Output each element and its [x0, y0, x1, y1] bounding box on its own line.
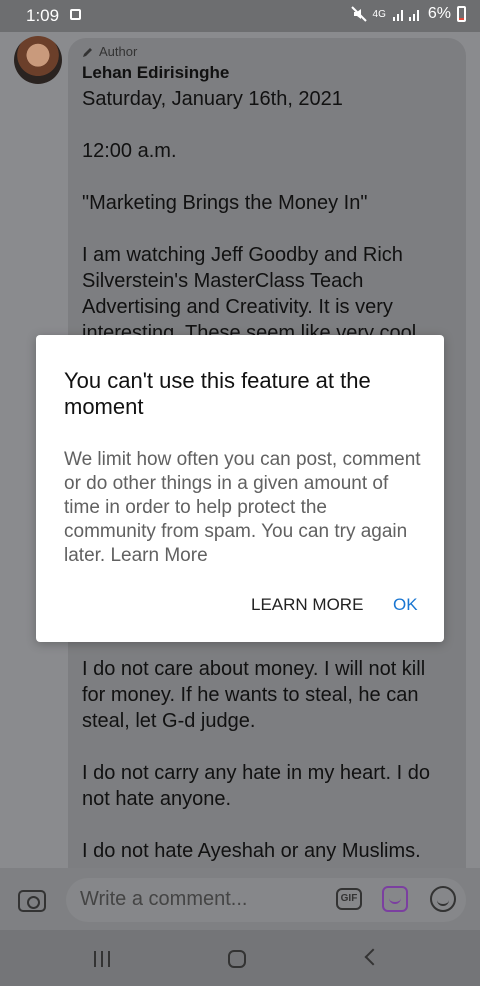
mute-icon — [350, 6, 367, 22]
back-icon[interactable] — [364, 948, 382, 966]
rate-limit-dialog: You can't use this feature at the moment… — [36, 335, 444, 642]
battery-percent: 6% — [427, 5, 451, 22]
dialog-title: You can't use this feature at the moment — [64, 368, 371, 419]
battery-icon — [457, 6, 466, 22]
pencil-icon — [83, 47, 92, 57]
network-type: 4G — [372, 8, 386, 20]
comment-composer: Write a comment... GIF — [0, 868, 480, 930]
author-name[interactable]: Lehan Edirisinghe — [82, 63, 229, 83]
system-nav-bar — [0, 930, 480, 986]
status-time: 1:09 — [26, 6, 60, 25]
status-bar: 1:09 4G 6% — [0, 0, 480, 32]
post-paragraph: "Marketing Brings the Money In" — [82, 192, 368, 214]
ok-button[interactable]: OK — [393, 595, 418, 615]
learn-more-button[interactable]: LEARN MORE — [251, 595, 363, 615]
post-text-lower: I do not care about money. I will not ki… — [82, 656, 454, 890]
emoji-icon[interactable] — [430, 886, 456, 912]
home-icon[interactable] — [228, 950, 246, 968]
sticker-icon[interactable] — [382, 886, 408, 912]
post-paragraph: 12:00 a.m. — [82, 140, 177, 162]
author-badge-label: Author — [99, 44, 138, 59]
camera-icon[interactable] — [18, 890, 46, 912]
post-text-upper: Saturday, January 16th, 2021 12:00 a.m. … — [82, 86, 454, 372]
post-paragraph: I am watching Jeff Goodby and Rich Silve… — [82, 244, 417, 344]
status-icons: 4G 6% — [350, 5, 466, 23]
avatar[interactable] — [14, 36, 62, 84]
post-paragraph: Saturday, January 16th, 2021 — [82, 88, 343, 110]
author-badge: Author — [82, 44, 137, 59]
recent-apps-icon[interactable] — [94, 951, 112, 967]
gif-icon[interactable]: GIF — [336, 888, 362, 910]
post-paragraph: I do not care about money. I will not ki… — [82, 658, 426, 732]
post-paragraph: I do not carry any hate in my heart. I d… — [82, 762, 430, 810]
notification-icon — [70, 9, 81, 20]
comment-placeholder[interactable]: Write a comment... — [80, 888, 247, 911]
post-paragraph: I do not hate Ayeshah or any Muslims. — [82, 840, 421, 862]
signal-icon — [392, 10, 419, 21]
dialog-body: We limit how often you can post, comment… — [64, 449, 421, 566]
